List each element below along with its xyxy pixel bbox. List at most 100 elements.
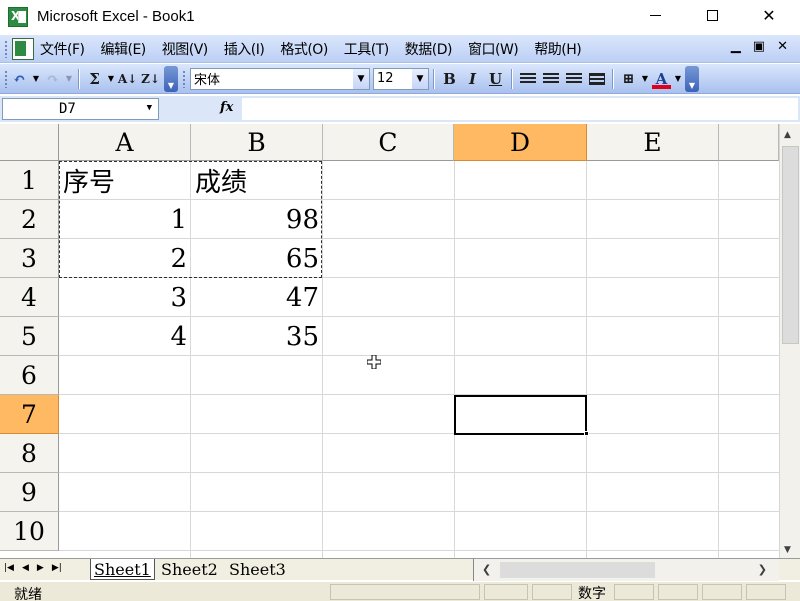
merge-center-icon — [588, 72, 605, 85]
italic-button[interactable]: I — [461, 68, 484, 90]
align-center-button[interactable] — [539, 68, 562, 90]
column-header-e[interactable]: E — [587, 124, 719, 161]
menubar-grip-handle[interactable] — [4, 39, 8, 58]
menu-tools[interactable]: 工具(T) — [344, 39, 389, 59]
select-all-corner[interactable] — [0, 124, 59, 161]
row-header-5[interactable]: 5 — [0, 317, 59, 356]
row-header-10[interactable]: 10 — [0, 512, 59, 551]
fill-handle[interactable] — [584, 431, 589, 436]
workbook-minimize-icon[interactable]: ▁ — [731, 39, 741, 54]
tab-sheet1[interactable]: Sheet1 — [90, 559, 155, 580]
name-box-dropdown-icon[interactable]: ▼ — [147, 103, 152, 113]
toolbar-separator — [511, 68, 512, 89]
cell-a5[interactable]: 4 — [59, 317, 191, 356]
row-header-6[interactable]: 6 — [0, 356, 59, 395]
menu-insert[interactable]: 插入(I) — [224, 39, 265, 59]
menu-view[interactable]: 视图(V) — [162, 39, 209, 59]
undo-dropdown[interactable]: ▼ — [31, 68, 41, 90]
cell-a4[interactable]: 3 — [59, 278, 191, 317]
prev-sheet-icon[interactable]: ◀ — [22, 563, 29, 573]
font-color-dropdown[interactable]: ▼ — [673, 68, 683, 90]
workbook-close-icon[interactable]: ✕ — [777, 39, 788, 54]
insert-function-icon[interactable]: fx — [220, 100, 233, 115]
font-size-select[interactable]: 12 ▼ — [373, 67, 429, 90]
column-header-d[interactable]: D — [454, 124, 587, 161]
menu-file[interactable]: 文件(F) — [40, 39, 85, 59]
column-header-f[interactable] — [719, 124, 779, 161]
merge-center-button[interactable] — [585, 68, 608, 90]
bold-button[interactable]: B — [438, 68, 461, 90]
menu-edit[interactable]: 编辑(E) — [100, 39, 146, 59]
redo-dropdown[interactable]: ▼ — [64, 68, 74, 90]
autosum-button[interactable]: Σ — [83, 68, 106, 90]
toolbar-options-button-2[interactable]: ▼ — [685, 65, 699, 92]
font-color-button[interactable]: A — [650, 68, 673, 90]
vertical-scrollbar[interactable]: ▲ ▼ — [779, 124, 800, 558]
column-header-a[interactable]: A — [59, 124, 191, 161]
tab-sheet3[interactable]: Sheet3 — [226, 559, 289, 580]
row-header-4[interactable]: 4 — [0, 278, 59, 317]
align-left-button[interactable] — [516, 68, 539, 90]
sort-descending-button[interactable]: Z↓ — [139, 68, 162, 90]
toolbar-separator — [612, 68, 613, 89]
maximize-button[interactable] — [689, 0, 735, 31]
scroll-right-icon[interactable]: ❯ — [758, 563, 767, 576]
vertical-scroll-thumb[interactable] — [782, 146, 799, 344]
status-ready: 就绪 — [14, 587, 42, 601]
scroll-down-icon[interactable]: ▼ — [784, 545, 791, 555]
font-name-select[interactable]: 宋体 ▼ — [190, 67, 370, 90]
row-header-1[interactable]: 1 — [0, 161, 59, 200]
horizontal-scrollbar[interactable]: ❮ ❯ — [473, 559, 779, 581]
workbook-icon[interactable] — [12, 37, 34, 60]
format-toolbar-grip-handle[interactable] — [182, 69, 186, 88]
scroll-up-icon[interactable]: ▲ — [784, 130, 791, 140]
row-header-7[interactable]: 7 — [0, 395, 59, 434]
row-header-9[interactable]: 9 — [0, 473, 59, 512]
close-button[interactable]: ✕ — [746, 0, 792, 31]
row-header-3[interactable]: 3 — [0, 239, 59, 278]
borders-dropdown[interactable]: ▼ — [640, 68, 650, 90]
sheet-tab-bar: |◀ ◀ ▶ ▶| Sheet1 Sheet2 Sheet3 ❮ ❯ — [0, 558, 800, 581]
gridline — [718, 161, 719, 558]
horizontal-scroll-thumb[interactable] — [500, 562, 655, 578]
undo-button[interactable]: ↶ — [8, 68, 31, 90]
menu-format[interactable]: 格式(O) — [280, 39, 328, 59]
workbook-restore-icon[interactable]: ▣ — [753, 39, 765, 54]
menu-window[interactable]: 窗口(W) — [468, 39, 519, 59]
excel-app-icon[interactable] — [8, 6, 28, 27]
worksheet-grid[interactable]: A B C D E 1 2 3 4 5 6 7 8 9 10 序号 成绩 1 9… — [0, 124, 800, 558]
column-header-c[interactable]: C — [323, 124, 454, 161]
scroll-left-icon[interactable]: ❮ — [482, 563, 491, 576]
formula-input[interactable] — [242, 98, 798, 120]
active-cell-d7[interactable] — [454, 395, 587, 435]
underline-button[interactable]: U — [484, 68, 507, 90]
row-header-2[interactable]: 2 — [0, 200, 59, 239]
status-panel — [746, 584, 786, 600]
menu-help[interactable]: 帮助(H) — [534, 39, 581, 59]
tab-sheet2[interactable]: Sheet2 — [158, 559, 221, 580]
gridline — [59, 394, 779, 395]
borders-button[interactable]: ⊞ — [617, 68, 640, 90]
workbook-window-controls: ▁ ▣ ✕ — [731, 39, 788, 54]
sort-ascending-button[interactable]: A↓ — [116, 68, 139, 90]
first-sheet-icon[interactable]: |◀ — [4, 563, 14, 573]
column-header-b[interactable]: B — [191, 124, 323, 161]
minimize-button[interactable] — [632, 0, 678, 31]
font-size-dropdown-icon[interactable]: ▼ — [412, 68, 428, 89]
sort-descending-icon: Z↓ — [141, 71, 160, 86]
row-header-8[interactable]: 8 — [0, 434, 59, 473]
menu-data[interactable]: 数据(D) — [405, 39, 453, 59]
status-panel — [658, 584, 698, 600]
redo-button[interactable]: ↷ — [41, 68, 64, 90]
autosum-dropdown[interactable]: ▼ — [106, 68, 116, 90]
last-sheet-icon[interactable]: ▶| — [52, 563, 62, 573]
title-bar: Microsoft Excel - Book1 ✕ — [0, 0, 800, 33]
cell-b4[interactable]: 47 — [191, 278, 323, 317]
cell-b5[interactable]: 35 — [191, 317, 323, 356]
next-sheet-icon[interactable]: ▶ — [37, 563, 44, 573]
name-box[interactable]: D7 ▼ — [2, 98, 159, 120]
toolbar-options-button[interactable]: ▼ — [164, 65, 178, 92]
font-name-dropdown-icon[interactable]: ▼ — [353, 68, 369, 89]
align-right-button[interactable] — [562, 68, 585, 90]
autosum-icon: Σ — [89, 69, 100, 88]
